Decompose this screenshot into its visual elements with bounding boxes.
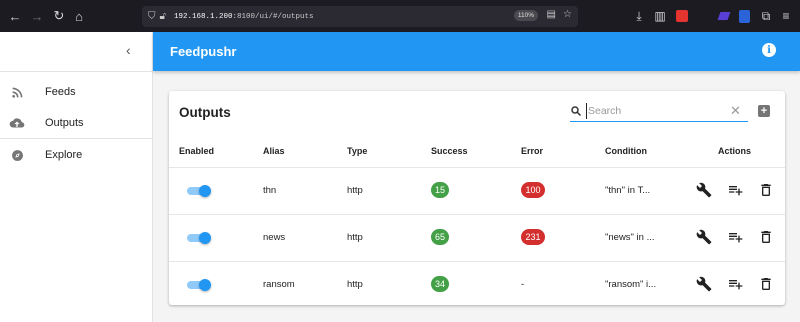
sidebar-item-label: Explore (45, 149, 83, 161)
error-badge: 231 (521, 229, 545, 245)
compass-icon (9, 147, 25, 163)
url-text: 192.168.1.200:8100/ui/#/outputs (173, 12, 314, 21)
close-icon[interactable]: ✕ (730, 103, 741, 119)
column-header-enabled: Enabled (179, 146, 215, 156)
condition-cell: "thn" in T... (605, 185, 651, 196)
forward-button[interactable]: → (27, 6, 47, 26)
table-row: ransom http 34 - "ransom" i... (169, 262, 785, 308)
app-bar: Feedpushr i (153, 32, 800, 71)
column-header-type: Type (347, 146, 368, 156)
info-icon[interactable]: i (762, 43, 776, 57)
trash-icon[interactable] (758, 182, 774, 198)
home-button[interactable]: ⌂ (69, 6, 89, 26)
menu-icon[interactable]: ≡ (778, 6, 794, 26)
playlist-add-icon[interactable] (727, 182, 743, 198)
browser-toolbar: ← → ↻ ⌂ ⛉ 🔓︎ 192.168.1.200:8100/ui/#/out… (0, 0, 800, 32)
condition-cell: "ransom" i... (605, 279, 657, 290)
address-bar[interactable]: ⛉ 🔓︎ 192.168.1.200:8100/ui/#/outputs 110… (142, 6, 578, 27)
sidebar-item-outputs[interactable]: Outputs (0, 109, 153, 137)
reload-button[interactable]: ↻ (49, 6, 69, 26)
divider (0, 71, 153, 72)
extension-icon[interactable] (716, 6, 732, 26)
alias-cell: ransom (263, 279, 295, 290)
column-header-actions: Actions (718, 146, 752, 156)
app-title: Feedpushr (170, 44, 237, 59)
playlist-add-icon[interactable] (727, 276, 743, 292)
success-badge: 65 (431, 229, 449, 245)
sidebar-item-feeds[interactable]: Feeds (0, 78, 153, 106)
extension-icon[interactable] (674, 6, 690, 26)
success-badge: 34 (431, 276, 449, 292)
shield-icon: ⛉ (148, 11, 156, 22)
extensions-icon[interactable]: ⧉ (758, 6, 774, 26)
column-header-error: Error (521, 146, 544, 156)
sidebar-item-label: Feeds (45, 86, 76, 98)
alias-cell: thn (263, 185, 277, 196)
success-badge: 15 (431, 182, 449, 198)
add-output-button[interactable]: + (758, 105, 770, 117)
zoom-badge[interactable]: 110% (513, 10, 538, 21)
trash-icon[interactable] (758, 229, 774, 245)
type-cell: http (347, 185, 363, 196)
search-input[interactable] (586, 103, 726, 119)
bookmark-star-icon[interactable]: ☆ (563, 9, 572, 20)
divider (0, 138, 153, 139)
extension-icon[interactable] (736, 6, 752, 26)
column-header-alias: Alias (263, 146, 285, 156)
table-row: thn http 15 100 "thn" in T... (169, 168, 785, 214)
playlist-add-icon[interactable] (727, 229, 743, 245)
page-title: Outputs (179, 105, 231, 120)
trash-icon[interactable] (758, 276, 774, 292)
error-badge: 100 (521, 182, 545, 198)
enabled-switch[interactable] (187, 185, 211, 197)
type-cell: http (347, 279, 363, 290)
search-field: ✕ (570, 101, 748, 122)
search-icon (571, 106, 582, 117)
sidebar-toggle-icon[interactable]: ▥ (652, 6, 668, 26)
sidebar: ‹ Feeds Outputs Explore (0, 32, 153, 322)
enabled-switch[interactable] (187, 279, 211, 291)
download-icon[interactable]: ⤓ (631, 6, 647, 26)
chevron-left-icon[interactable]: ‹ (126, 42, 131, 58)
outputs-card: Outputs ✕ + Enabled Alias Type Success E… (169, 91, 785, 305)
type-cell: http (347, 232, 363, 243)
lock-icon: 🔓︎ (159, 11, 166, 22)
enabled-switch[interactable] (187, 232, 211, 244)
reader-icon[interactable]: ▤ (547, 9, 556, 20)
sidebar-item-label: Outputs (45, 117, 84, 129)
alias-cell: news (263, 232, 286, 243)
error-cell: - (521, 279, 525, 290)
cloud-upload-icon (9, 115, 25, 131)
rss-icon (9, 84, 25, 100)
wrench-icon[interactable] (696, 276, 712, 292)
back-button[interactable]: ← (5, 6, 25, 26)
condition-cell: "news" in ... (605, 232, 655, 243)
table-row: news http 65 231 "news" in ... (169, 215, 785, 261)
wrench-icon[interactable] (696, 182, 712, 198)
column-header-condition: Condition (605, 146, 647, 156)
sidebar-item-explore[interactable]: Explore (0, 141, 153, 169)
column-header-success: Success (431, 146, 468, 156)
wrench-icon[interactable] (696, 229, 712, 245)
